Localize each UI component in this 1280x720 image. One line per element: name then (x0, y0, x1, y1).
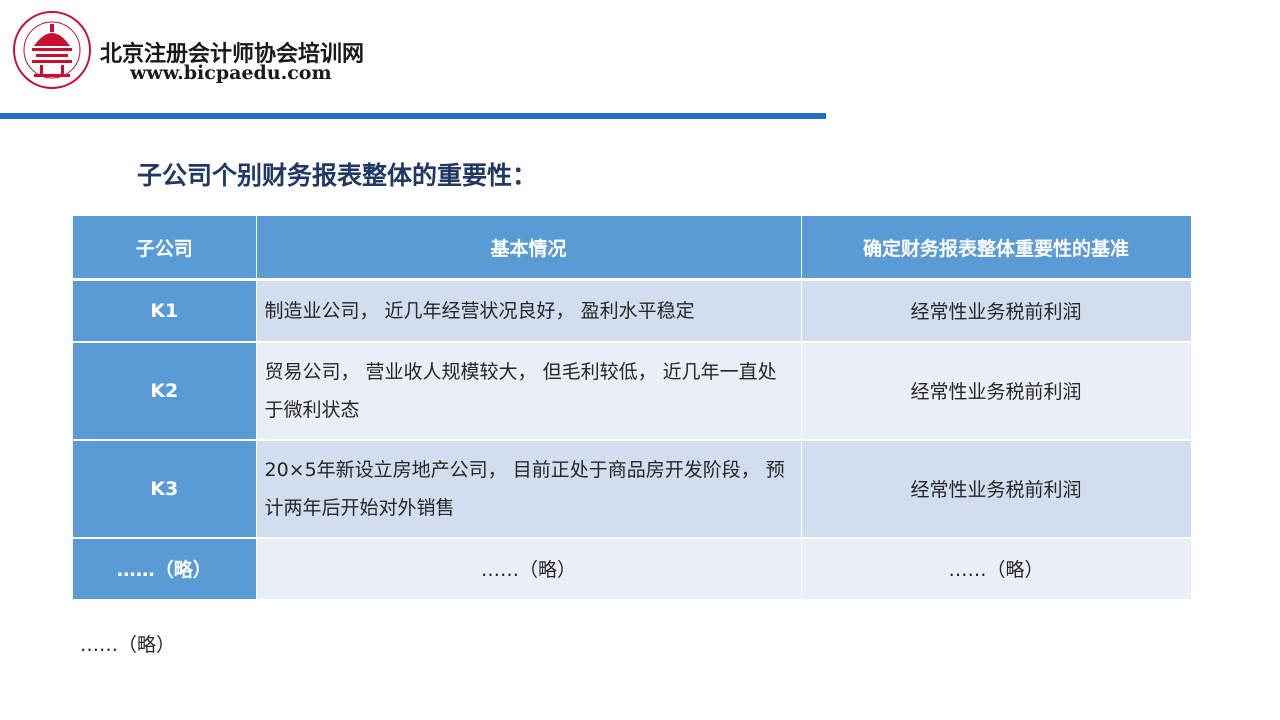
basis-cell: 经常性业务税前利润 (801, 439, 1192, 539)
company-cell: K3 (73, 439, 257, 539)
basis-cell: 经常性业务税前利润 (801, 341, 1192, 441)
company-cell: K2 (73, 341, 257, 441)
materiality-table: 子公司 基本情况 确定财务报表整体重要性的基准 K1 制造业公司， 近几年经营状… (73, 216, 1192, 601)
table-row: ……（略） ……（略） ……（略） (73, 537, 1192, 601)
header-situation: 基本情况 (256, 216, 802, 281)
header-divider (0, 113, 826, 119)
situation-cell: 20×5年新设立房地产公司， 目前正处于商品房开发阶段， 预计两年后开始对外销售 (256, 439, 802, 539)
company-cell: ……（略） (73, 537, 257, 601)
brand-url[interactable]: www.bicpaedu.com (130, 62, 332, 84)
table-row: K1 制造业公司， 近几年经营状况良好， 盈利水平稳定 经常性业务税前利润 (73, 279, 1192, 343)
page-header: 北京注册会计师协会培训网 www.bicpaedu.com (0, 0, 1280, 120)
situation-cell: 贸易公司， 营业收人规模较大， 但毛利较低， 近几年一直处于微利状态 (256, 341, 802, 441)
table-header-row: 子公司 基本情况 确定财务报表整体重要性的基准 (73, 216, 1192, 281)
table-row: K2 贸易公司， 营业收人规模较大， 但毛利较低， 近几年一直处于微利状态 经常… (73, 341, 1192, 441)
situation-cell: 制造业公司， 近几年经营状况良好， 盈利水平稳定 (256, 279, 802, 343)
footnote: ……（略） (80, 634, 176, 656)
company-cell: K1 (73, 279, 257, 343)
situation-cell: ……（略） (256, 537, 802, 601)
institute-logo-icon (13, 11, 91, 89)
basis-cell: ……（略） (801, 537, 1192, 601)
table-row: K3 20×5年新设立房地产公司， 目前正处于商品房开发阶段， 预计两年后开始对… (73, 439, 1192, 539)
page-title: 子公司个别财务报表整体的重要性： (137, 161, 538, 190)
header-company: 子公司 (73, 216, 257, 281)
basis-cell: 经常性业务税前利润 (801, 279, 1192, 343)
header-basis: 确定财务报表整体重要性的基准 (801, 216, 1192, 281)
